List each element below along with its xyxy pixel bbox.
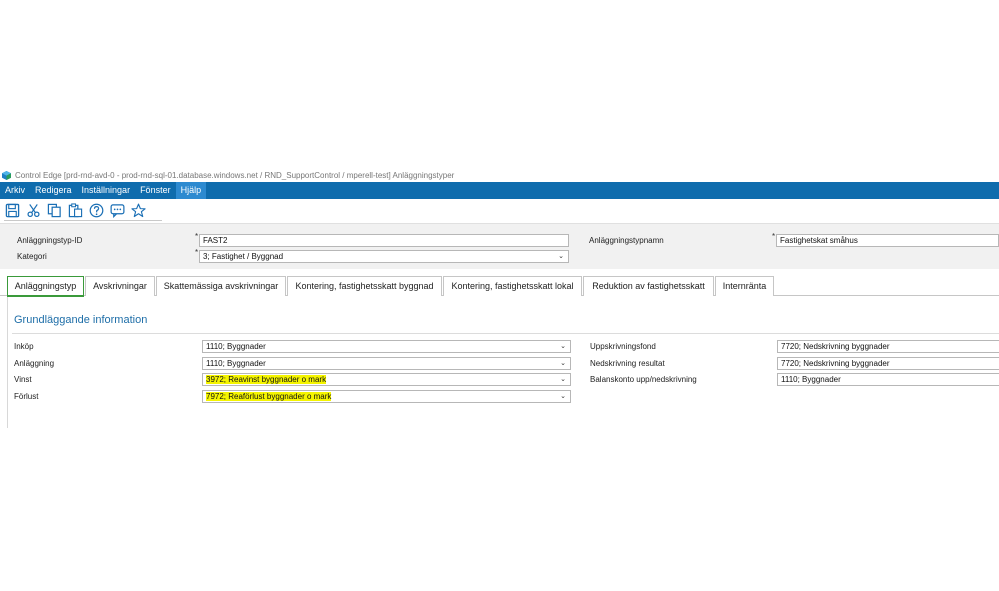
uppskrivningsfond-select[interactable]: 7720; Nedskrivning byggnader [777, 340, 999, 353]
cut-icon[interactable] [25, 202, 42, 219]
chevron-down-icon: ⌄ [560, 376, 566, 383]
title-bar: Control Edge [prd-rnd-avd-0 - prod-rnd-s… [0, 168, 999, 182]
anlaggning-value: 1110; Byggnader [206, 359, 266, 368]
window-title: Control Edge [prd-rnd-avd-0 - prod-rnd-s… [15, 170, 455, 180]
nedskrivning-resultat-select[interactable]: 7720; Nedskrivning byggnader [777, 357, 999, 370]
copy-icon[interactable] [46, 202, 63, 219]
required-marker: * [195, 232, 199, 241]
toolbar-divider [4, 220, 162, 221]
anlaggning-select[interactable]: 1110; Byggnader ⌄ [202, 357, 571, 370]
menu-bar: Arkiv Redigera Inställningar Fönster Hjä… [0, 182, 999, 199]
id-label: Anläggningstyp-ID [17, 236, 83, 245]
tab-internranta[interactable]: Internränta [715, 276, 774, 296]
menu-hjalp[interactable]: Hjälp [175, 182, 207, 199]
comment-icon[interactable] [109, 202, 126, 219]
chevron-down-icon: ⌄ [558, 253, 564, 260]
id-input[interactable]: FAST2 [199, 234, 569, 247]
uppskrivningsfond-value: 7720; Nedskrivning byggnader [781, 342, 890, 351]
section-title: Grundläggande information [14, 314, 148, 326]
name-input[interactable]: Fastighetskat småhus [776, 234, 999, 247]
balanskonto-select[interactable]: 1110; Byggnader [777, 373, 999, 386]
balanskonto-label: Balanskonto upp/nedskrivning [590, 375, 697, 384]
header-panel: Anläggningstyp-ID * FAST2 Anläggningstyp… [0, 223, 999, 269]
forlust-label: Förlust [14, 392, 39, 401]
nedskrivning-resultat-label: Nedskrivning resultat [590, 359, 665, 368]
category-select-value: 3; Fastighet / Byggnad [203, 252, 284, 261]
favorite-star-icon[interactable] [130, 202, 147, 219]
app-logo-icon [2, 170, 11, 180]
tab-anlaggningstyp[interactable]: Anläggningstyp [7, 276, 84, 297]
tab-kontering-fastighetsskatt-lokal[interactable]: Kontering, fastighetsskatt lokal [443, 276, 582, 296]
menu-fonster[interactable]: Fönster [135, 182, 176, 199]
anlaggning-label: Anläggning [14, 359, 55, 368]
application-window: Control Edge [prd-rnd-avd-0 - prod-rnd-s… [0, 168, 999, 430]
tab-bar: Anläggningstyp Avskrivningar Skattemässi… [0, 276, 999, 297]
tab-kontering-fastighetsskatt-byggnad[interactable]: Kontering, fastighetsskatt byggnad [287, 276, 442, 296]
inkop-select[interactable]: 1110; Byggnader ⌄ [202, 340, 571, 353]
uppskrivningsfond-label: Uppskrivningsfond [590, 342, 656, 351]
menu-redigera[interactable]: Redigera [30, 182, 77, 199]
tab-reduktion-av-fastighetsskatt[interactable]: Reduktion av fastighetsskatt [583, 276, 714, 296]
forlust-select[interactable]: 7972; Reaförlust byggnader o mark ⌄ [202, 390, 571, 403]
section-divider [12, 333, 999, 334]
balanskonto-value: 1110; Byggnader [781, 375, 841, 384]
id-input-value: FAST2 [203, 236, 228, 245]
paste-icon[interactable] [67, 202, 84, 219]
nedskrivning-resultat-value: 7720; Nedskrivning byggnader [781, 359, 890, 368]
chevron-down-icon: ⌄ [560, 393, 566, 400]
required-marker: * [195, 248, 199, 257]
vinst-value: 3972; Reavinst byggnader o mark [206, 375, 327, 384]
save-icon[interactable] [4, 202, 21, 219]
name-input-value: Fastighetskat småhus [780, 236, 858, 245]
menu-installningar[interactable]: Inställningar [77, 182, 136, 199]
forlust-value: 7972; Reaförlust byggnader o mark [206, 392, 332, 401]
chevron-down-icon: ⌄ [560, 343, 566, 350]
inkop-value: 1110; Byggnader [206, 342, 266, 351]
vinst-select[interactable]: 3972; Reavinst byggnader o mark ⌄ [202, 373, 571, 386]
tab-content: Grundläggande information Inköp 1110; By… [7, 297, 999, 428]
chevron-down-icon: ⌄ [560, 360, 566, 367]
name-label: Anläggningstypnamn [589, 236, 664, 245]
tab-avskrivningar[interactable]: Avskrivningar [85, 276, 155, 296]
inkop-label: Inköp [14, 342, 34, 351]
menu-arkiv[interactable]: Arkiv [0, 182, 30, 199]
required-marker: * [772, 232, 776, 241]
toolbar [0, 199, 999, 221]
category-select[interactable]: 3; Fastighet / Byggnad ⌄ [199, 250, 569, 263]
category-label: Kategori [17, 252, 47, 261]
help-icon[interactable] [88, 202, 105, 219]
tab-skattemassiga-avskrivningar[interactable]: Skattemässiga avskrivningar [156, 276, 286, 296]
vinst-label: Vinst [14, 375, 32, 384]
